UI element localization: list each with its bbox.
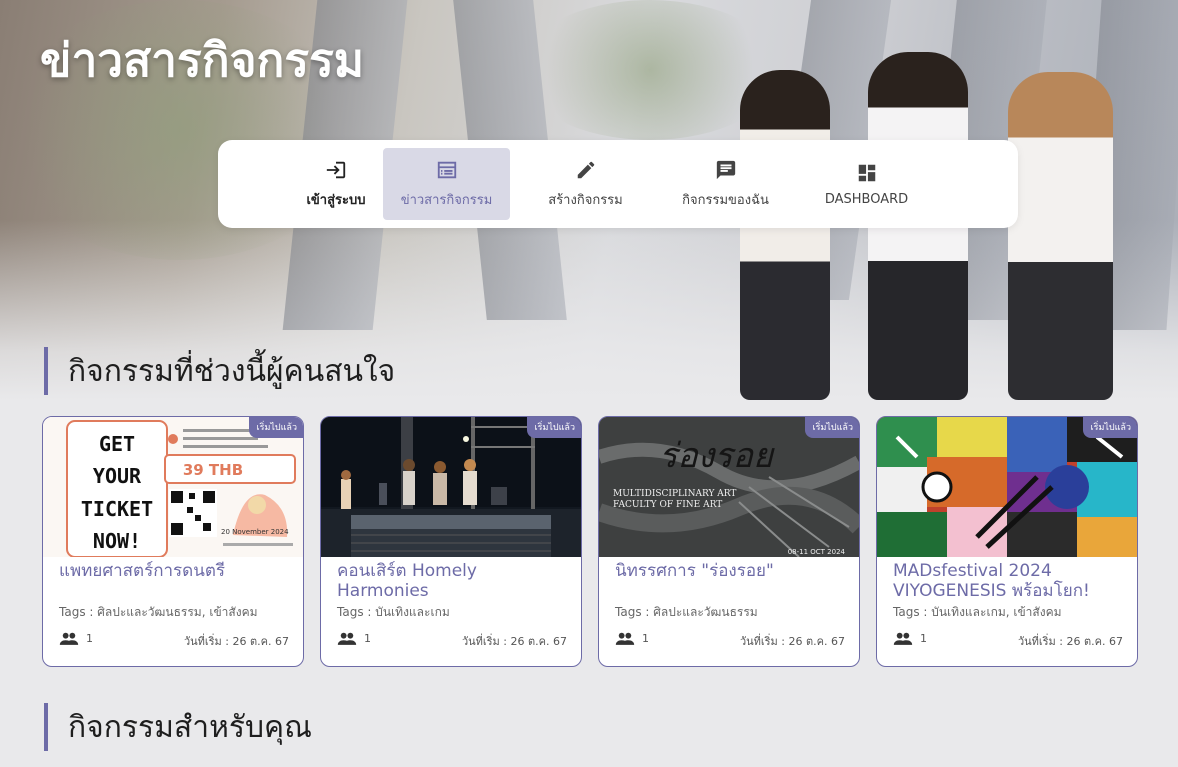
people-icon xyxy=(893,632,913,645)
nav-dashboard-label: DASHBOARD xyxy=(824,191,909,207)
start-date: วันที่เริ่ม : 26 ต.ค. 67 xyxy=(461,635,567,648)
card-footer: 1 วันที่เริ่ม : 26 ต.ค. 67 xyxy=(59,632,289,648)
nav-my-activities[interactable]: กิจกรรมของฉัน xyxy=(673,148,778,220)
card-image: ร่องรอย MULTIDISCIPLINARY ART FACULTY OF… xyxy=(599,417,859,557)
card-image: เริ่มไปแล้ว xyxy=(321,417,581,557)
card-footer: 1 วันที่เริ่ม : 26 ต.ค. 67 xyxy=(615,632,845,648)
activity-card[interactable]: ร่องรอย MULTIDISCIPLINARY ART FACULTY OF… xyxy=(598,416,860,667)
poster-your: YOUR xyxy=(93,464,142,488)
card-tags: Tags : ศิลปะและวัฒนธรรม xyxy=(615,605,758,619)
card-footer: 1 วันที่เริ่ม : 26 ต.ค. 67 xyxy=(893,632,1123,648)
poster-get: GET xyxy=(99,432,135,456)
page-title: ข่าวสารกิจกรรม xyxy=(40,33,365,87)
people-icon xyxy=(615,632,635,645)
login-icon xyxy=(326,161,346,178)
start-date: วันที่เริ่ม : 26 ต.ค. 67 xyxy=(739,635,845,648)
status-badge: เริ่มไปแล้ว xyxy=(526,417,581,438)
start-date: วันที่เริ่ม : 26 ต.ค. 67 xyxy=(183,635,289,648)
poster-date: 20 November 2024 xyxy=(221,528,289,536)
participant-count: 1 xyxy=(86,632,93,645)
nav-login[interactable]: เข้าสู่ระบบ xyxy=(298,148,374,220)
pencil-icon xyxy=(577,161,594,178)
poster-line2: FACULTY OF FINE ART xyxy=(613,500,722,510)
people-icon xyxy=(337,632,357,645)
activity-card[interactable]: เริ่มไปแล้ว คอนเสิร์ต Homely Harmonies T… xyxy=(320,416,582,667)
card-image: เริ่มไปแล้ว xyxy=(877,417,1137,557)
nav-login-label: เข้าสู่ระบบ xyxy=(306,192,366,208)
card-title: คอนเสิร์ต Homely Harmonies xyxy=(337,561,477,601)
nav-dashboard[interactable]: DASHBOARD xyxy=(818,148,915,220)
poster-now: NOW! xyxy=(93,529,141,553)
activity-card[interactable]: เริ่มไปแล้ว MADsfestival 2024 VIYOGENESI… xyxy=(876,416,1138,667)
card-tags: Tags : บันเทิงและเกม xyxy=(337,605,450,619)
card-image: GET YOUR TICKET NOW! 39 THB 20 November … xyxy=(43,417,303,557)
section-popular-heading: กิจกรรมที่ช่วงนี้ผู้คนสนใจ xyxy=(44,347,395,395)
poster-ticket: TICKET xyxy=(81,497,153,521)
status-badge: เริ่มไปแล้ว xyxy=(1082,417,1137,438)
nav-my-activities-label: กิจกรรมของฉัน xyxy=(682,192,769,208)
calendar-icon xyxy=(437,161,456,178)
card-tags: Tags : ศิลปะและวัฒนธรรม, เข้าสังคม xyxy=(59,605,258,619)
card-tags: Tags : บันเทิงและเกม, เข้าสังคม xyxy=(893,605,1062,619)
activity-card[interactable]: GET YOUR TICKET NOW! 39 THB 20 November … xyxy=(42,416,304,667)
section-for-you-heading: กิจกรรมสำหรับคุณ xyxy=(44,703,312,751)
chat-icon xyxy=(716,160,735,179)
start-date: วันที่เริ่ม : 26 ต.ค. 67 xyxy=(1017,635,1123,648)
participant-count: 1 xyxy=(920,632,927,645)
nav-create-activity-label: สร้างกิจกรรม xyxy=(548,192,623,208)
card-title: นิทรรศการ "ร่องรอย" xyxy=(615,561,774,581)
status-badge: เริ่มไปแล้ว xyxy=(248,417,303,438)
nav-activity-news-label: ข่าวสารกิจกรรม xyxy=(400,192,493,208)
card-title: MADsfestival 2024 VIYOGENESIS พร้อมโยก! xyxy=(893,561,1090,601)
status-badge: เริ่มไปแล้ว xyxy=(804,417,859,438)
poster-headline: ร่องรอย xyxy=(659,436,775,476)
nav-activity-news[interactable]: ข่าวสารกิจกรรม xyxy=(383,148,510,220)
people-icon xyxy=(59,632,79,645)
main-nav: เข้าสู่ระบบ ข่าวสารกิจกรรม สร้างกิจกรรม … xyxy=(218,140,1018,228)
poster-line1: MULTIDISCIPLINARY ART xyxy=(613,489,736,499)
poster-date: 08-11 OCT 2024 xyxy=(788,548,846,556)
card-title: แพทยศาสตร์การดนตรี xyxy=(59,561,226,581)
card-footer: 1 วันที่เริ่ม : 26 ต.ค. 67 xyxy=(337,632,567,648)
participant-count: 1 xyxy=(642,632,649,645)
nav-create-activity[interactable]: สร้างกิจกรรม xyxy=(538,148,633,220)
dashboard-icon xyxy=(858,164,875,181)
participant-count: 1 xyxy=(364,632,371,645)
poster-price: 39 THB xyxy=(183,461,243,479)
